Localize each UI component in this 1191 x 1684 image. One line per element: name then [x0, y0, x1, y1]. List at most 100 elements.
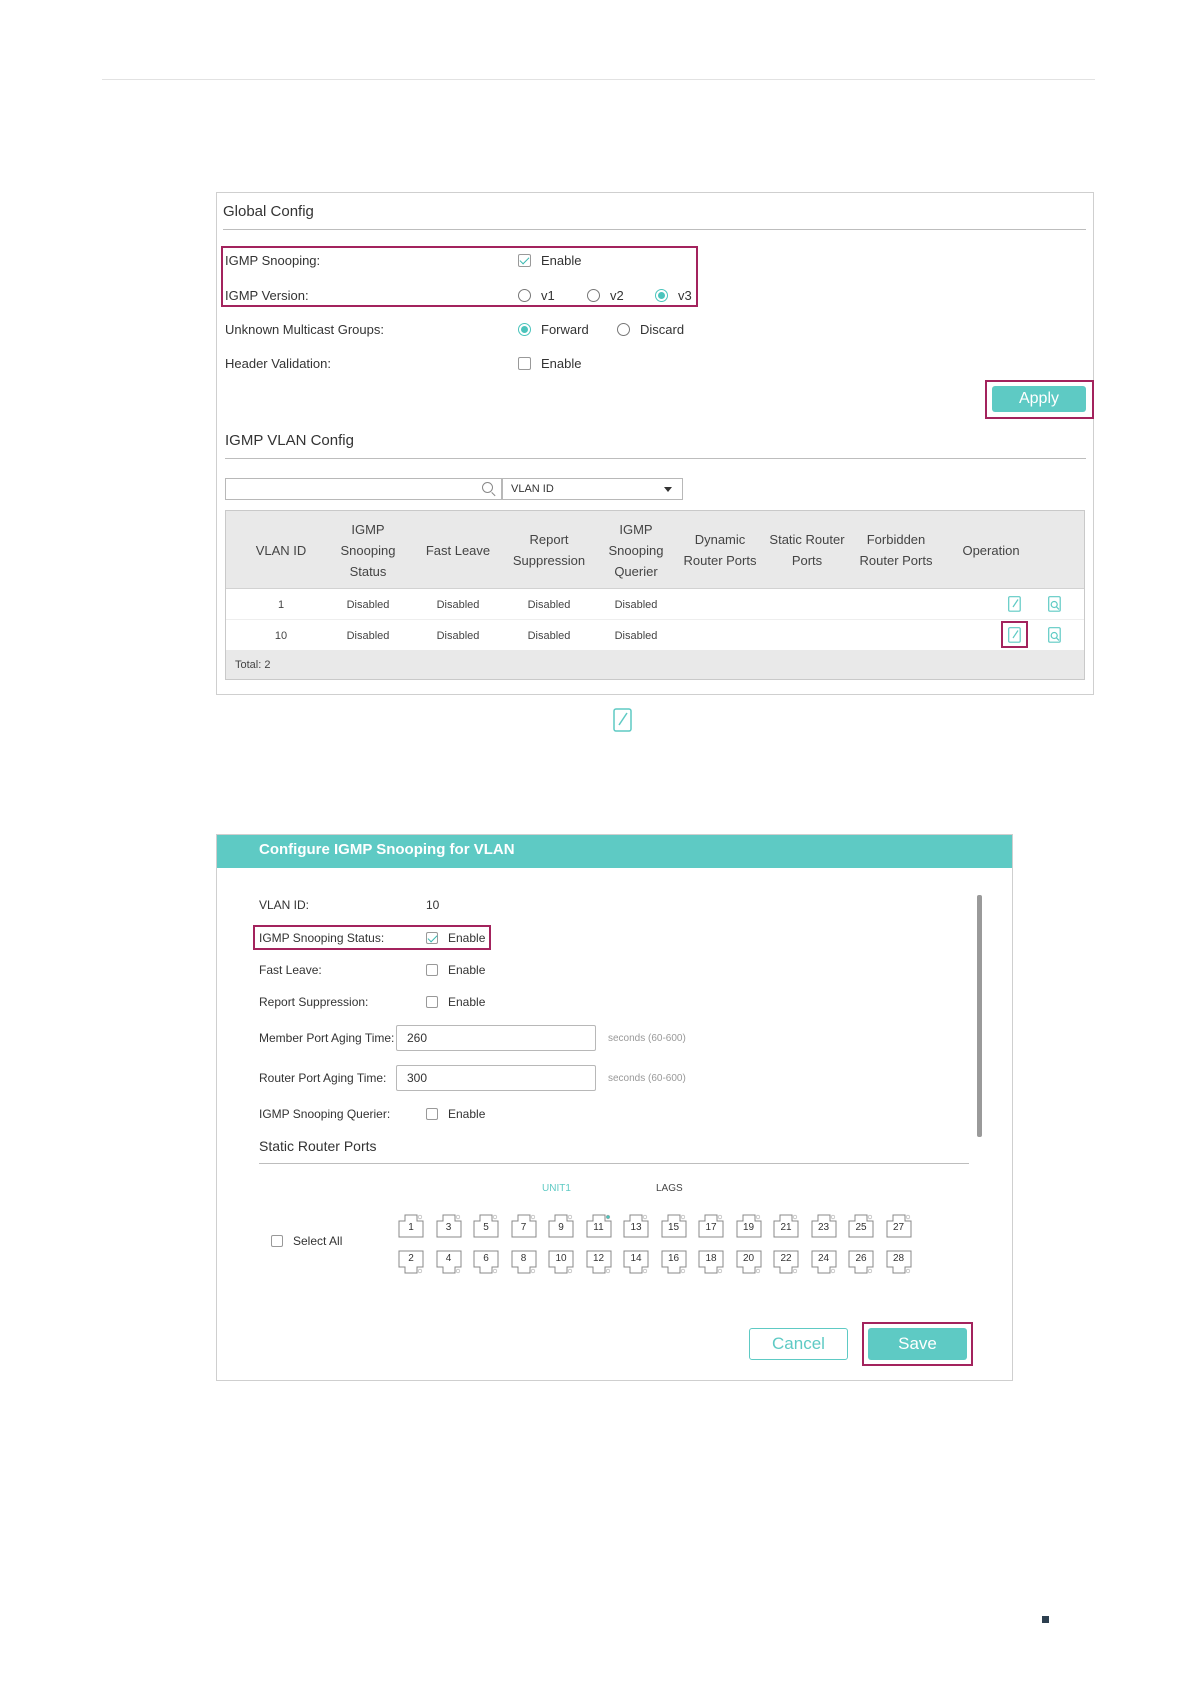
port-number: 9	[558, 1222, 564, 1233]
port-2[interactable]: 2	[398, 1250, 424, 1274]
detail-icon[interactable]	[1048, 627, 1062, 643]
vlan-table: VLAN ID IGMP Snooping Status Fast Leave …	[225, 510, 1085, 680]
search-field-select[interactable]: VLAN ID	[502, 478, 683, 500]
dialog-title: Configure IGMP Snooping for VLAN	[217, 835, 1012, 868]
querier-enable-text: Enable	[448, 1107, 486, 1121]
port-number: 28	[892, 1253, 905, 1264]
global-config-divider	[223, 229, 1086, 230]
router-aging-hint: seconds (60-600)	[608, 1073, 686, 1084]
port-number: 17	[705, 1222, 717, 1233]
port-16[interactable]: 16	[661, 1250, 687, 1274]
port-number: 1	[408, 1222, 414, 1233]
port-14[interactable]: 14	[623, 1250, 649, 1274]
port-19[interactable]: 19	[736, 1214, 762, 1238]
port-number: 3	[445, 1222, 452, 1233]
port-26[interactable]: 26	[848, 1250, 874, 1274]
cancel-button[interactable]: Cancel	[749, 1328, 848, 1360]
port-27[interactable]: 27	[886, 1214, 912, 1238]
report-suppression-checkbox[interactable]: Enable	[426, 995, 485, 1009]
port-number: 13	[630, 1222, 642, 1233]
select-all-checkbox[interactable]: Select All	[271, 1234, 342, 1248]
table-cell	[670, 589, 770, 620]
table-cell: Disabled	[527, 629, 571, 642]
port-8[interactable]: 8	[511, 1250, 537, 1274]
port-number: 6	[483, 1253, 489, 1264]
port-number: 24	[817, 1253, 830, 1264]
port-1[interactable]: 1	[398, 1214, 424, 1238]
checkbox-icon	[426, 1108, 438, 1120]
member-aging-input[interactable]: 260	[396, 1025, 596, 1051]
port-5[interactable]: 5	[473, 1214, 499, 1238]
router-aging-input[interactable]: 300	[396, 1065, 596, 1091]
fast-leave-enable-text: Enable	[448, 963, 486, 977]
port-11[interactable]: 11	[586, 1214, 612, 1238]
port-4[interactable]: 4	[436, 1250, 462, 1274]
table-row: 1 Disabled Disabled Disabled Disabled	[226, 589, 1084, 620]
vlan-config-dialog: Configure IGMP Snooping for VLAN VLAN ID…	[216, 834, 1013, 1381]
port-number: 11	[593, 1222, 604, 1233]
vlan-search-input[interactable]	[225, 478, 502, 500]
port-number: 5	[483, 1222, 489, 1233]
global-config-title: Global Config	[223, 203, 314, 220]
port-number: 19	[742, 1222, 755, 1233]
table-cell	[846, 589, 946, 620]
unknown-multicast-forward-radio[interactable]: Forward	[518, 322, 589, 337]
port-17[interactable]: 17	[698, 1214, 724, 1238]
port-15[interactable]: 15	[661, 1214, 687, 1238]
page-marker	[1042, 1616, 1049, 1623]
port-20[interactable]: 20	[736, 1250, 762, 1274]
highlight-box	[862, 1322, 973, 1366]
search-icon[interactable]	[482, 482, 493, 493]
port-number: 8	[520, 1253, 527, 1264]
detail-icon[interactable]	[1048, 596, 1062, 612]
port-18[interactable]: 18	[698, 1250, 724, 1274]
table-row: 10 Disabled Disabled Disabled Disabled	[226, 620, 1084, 651]
port-13[interactable]: 13	[623, 1214, 649, 1238]
port-number: 22	[780, 1253, 792, 1264]
edit-icon[interactable]	[1008, 596, 1022, 612]
router-aging-label: Router Port Aging Time:	[259, 1071, 387, 1085]
fast-leave-label: Fast Leave:	[259, 963, 322, 977]
page-top-rule	[102, 79, 1095, 80]
port-number: 25	[855, 1222, 867, 1233]
tab-unit1[interactable]: UNIT1	[542, 1183, 571, 1194]
vlan-table-header: VLAN ID IGMP Snooping Status Fast Leave …	[226, 511, 1084, 589]
port-number: 14	[630, 1253, 642, 1264]
unknown-multicast-discard-radio[interactable]: Discard	[617, 322, 684, 337]
port-number: 7	[520, 1222, 527, 1233]
port-28[interactable]: 28	[886, 1250, 912, 1274]
port-10[interactable]: 10	[548, 1250, 574, 1274]
port-23[interactable]: 23	[811, 1214, 837, 1238]
port-22[interactable]: 22	[773, 1250, 799, 1274]
table-cell: 10	[274, 629, 288, 642]
highlight-box	[985, 380, 1094, 419]
port-12[interactable]: 12	[586, 1250, 612, 1274]
port-6[interactable]: 6	[473, 1250, 499, 1274]
table-cell: Disabled	[436, 629, 480, 642]
table-total: Total: 2	[226, 650, 1084, 679]
highlight-box	[221, 246, 698, 307]
column-header: Fast Leave	[425, 542, 491, 558]
port-21[interactable]: 21	[773, 1214, 799, 1238]
tab-lags[interactable]: LAGS	[656, 1183, 683, 1194]
report-suppression-label: Report Suppression:	[259, 995, 369, 1009]
highlight-box	[253, 925, 491, 950]
table-cell: Disabled	[614, 598, 658, 611]
table-cell: Disabled	[614, 629, 658, 642]
port-24[interactable]: 24	[811, 1250, 837, 1274]
header-validation-checkbox[interactable]: Enable	[518, 356, 581, 371]
fast-leave-checkbox[interactable]: Enable	[426, 963, 485, 977]
chevron-down-icon	[664, 487, 672, 492]
port-7[interactable]: 7	[511, 1214, 537, 1238]
dialog-scrollbar[interactable]	[977, 895, 982, 1137]
vlan-id-label: VLAN ID:	[259, 898, 310, 912]
report-suppression-enable-text: Enable	[448, 995, 486, 1009]
vlan-config-title: IGMP VLAN Config	[225, 432, 354, 449]
port-number: 4	[445, 1253, 452, 1264]
port-25[interactable]: 25	[848, 1214, 874, 1238]
radio-label: Discard	[640, 322, 685, 337]
port-9[interactable]: 9	[548, 1214, 574, 1238]
port-3[interactable]: 3	[436, 1214, 462, 1238]
member-aging-label: Member Port Aging Time:	[259, 1031, 395, 1045]
querier-checkbox[interactable]: Enable	[426, 1107, 485, 1121]
